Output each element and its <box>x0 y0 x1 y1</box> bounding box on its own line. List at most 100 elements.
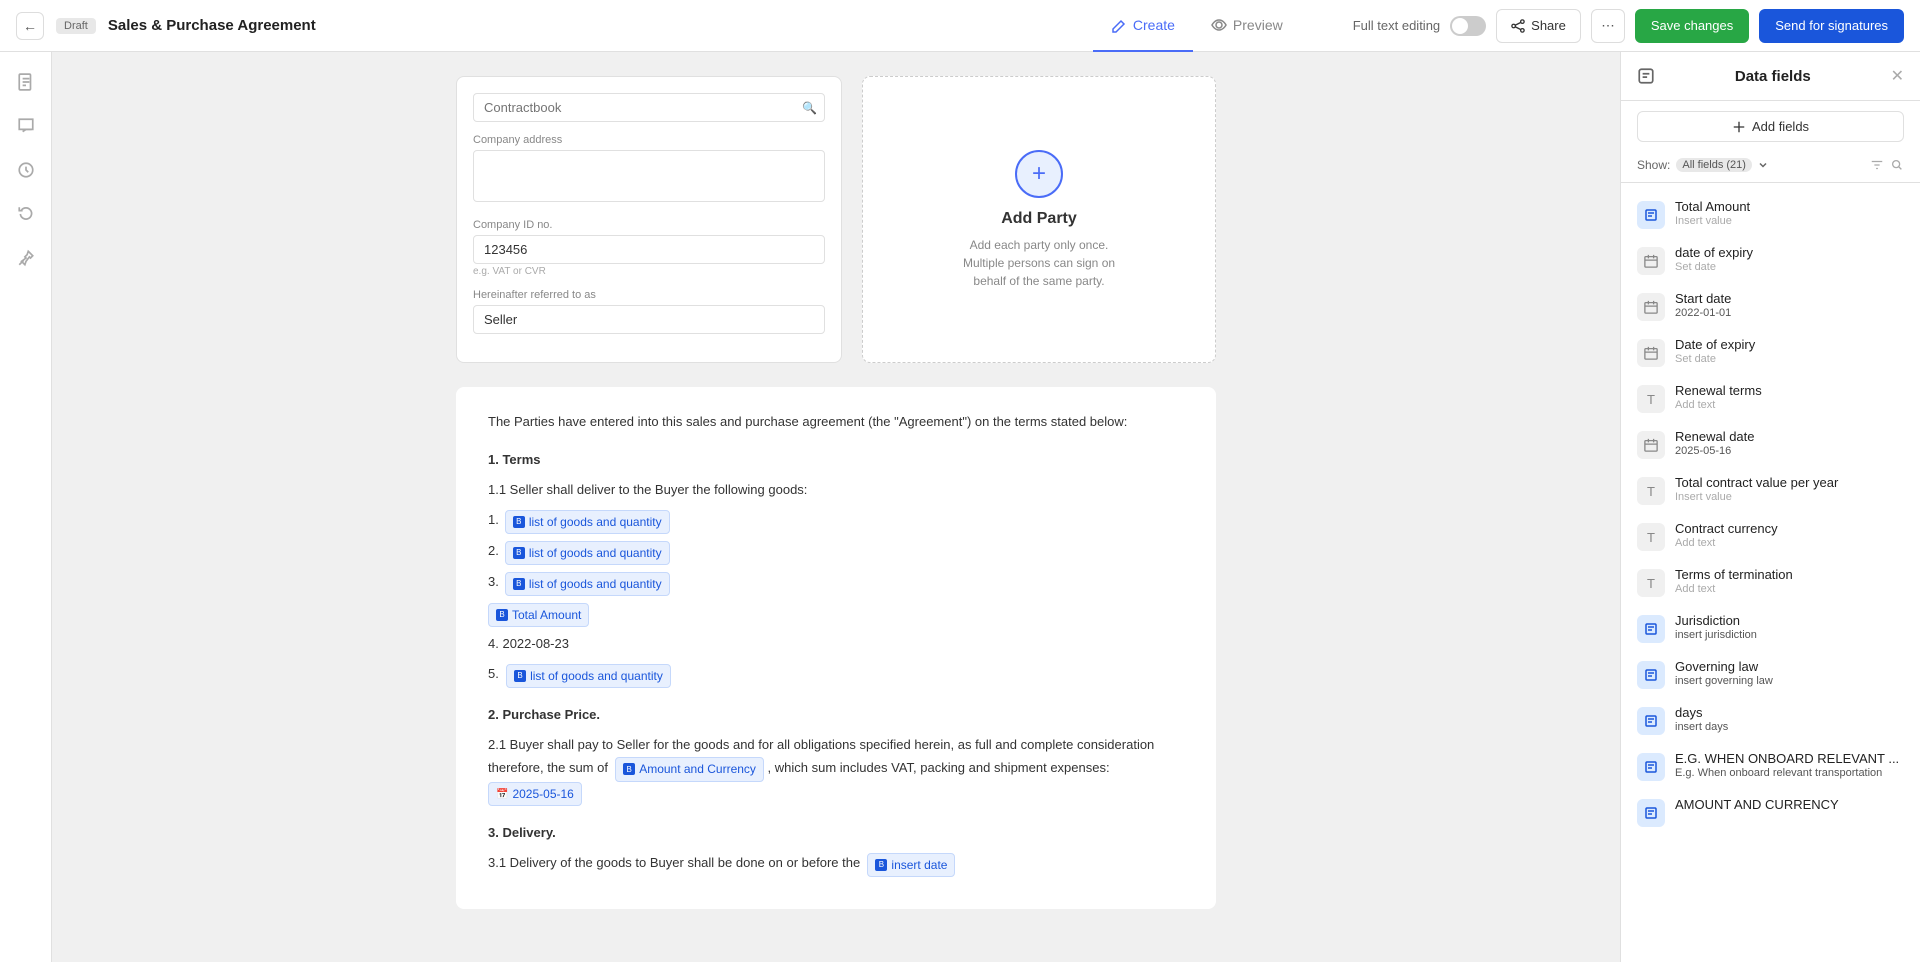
date-chip-1[interactable]: 📅 2025-05-16 <box>488 782 582 806</box>
add-fields-icon <box>1732 120 1746 134</box>
field-item-total-contract-value[interactable]: T Total contract value per yearInsert val… <box>1621 467 1920 513</box>
field-icon-amount-currency <box>1637 799 1665 827</box>
tab-preview[interactable]: Preview <box>1193 0 1301 52</box>
section3-title: 3. Delivery. <box>488 822 1184 844</box>
field-item-amount-currency[interactable]: AMOUNT AND CURRENCY <box>1621 789 1920 835</box>
chip-icon-5: B <box>514 670 526 682</box>
field-item-start-date[interactable]: Start date2022-01-01 <box>1621 283 1920 329</box>
insert-date-chip[interactable]: B insert date <box>867 853 955 877</box>
sidebar-icon-clock[interactable] <box>8 152 44 188</box>
amount-currency-chip[interactable]: B Amount and Currency <box>615 757 764 781</box>
field-icon-governing-law <box>1637 661 1665 689</box>
panel-title: Data fields <box>1735 68 1811 85</box>
field-item-renewal-terms[interactable]: T Renewal termsAdd text <box>1621 375 1920 421</box>
send-for-signatures-button[interactable]: Send for signatures <box>1759 9 1904 43</box>
field-icon-renewal-date <box>1637 431 1665 459</box>
doc-intro: The Parties have entered into this sales… <box>488 411 1184 433</box>
field-name-total-amount: Total Amount <box>1675 199 1904 214</box>
field-item-governing-law[interactable]: Governing lawinsert governing law <box>1621 651 1920 697</box>
goods-chip-1[interactable]: B list of goods and quantity <box>505 510 670 534</box>
company-id-input[interactable] <box>473 235 825 264</box>
goods-chip-2[interactable]: B list of goods and quantity <box>505 541 670 565</box>
field-info-total-amount: Total AmountInsert value <box>1675 199 1904 227</box>
calendar-icon-1: 📅 <box>496 786 508 803</box>
total-amount-line: B Total Amount <box>488 602 1184 627</box>
section3-1: 3.1 Delivery of the goods to Buyer shall… <box>488 852 1184 877</box>
field-item-date-of-expiry-1[interactable]: date of expirySet date <box>1621 237 1920 283</box>
search-fields-icon[interactable] <box>1890 158 1904 172</box>
field-value-jurisdiction: insert jurisdiction <box>1675 629 1904 641</box>
field-value-total-contract-value: Insert value <box>1675 491 1904 503</box>
company-name-input[interactable] <box>473 93 825 122</box>
field-icon-jurisdiction <box>1637 615 1665 643</box>
fields-filter-badge[interactable]: All fields (21) <box>1676 158 1752 172</box>
field-name-jurisdiction: Jurisdiction <box>1675 613 1904 628</box>
fields-list: Total AmountInsert valuedate of expirySe… <box>1621 183 1920 962</box>
field-icon-date-of-expiry-1 <box>1637 247 1665 275</box>
field-name-renewal-date: Renewal date <box>1675 429 1904 444</box>
field-icon-total-contract-value: T <box>1637 477 1665 505</box>
total-amount-chip-icon: B <box>496 609 508 621</box>
left-sidebar <box>0 52 52 962</box>
tab-bar: Create Preview <box>1093 0 1301 52</box>
field-item-total-amount[interactable]: Total AmountInsert value <box>1621 191 1920 237</box>
field-icon-renewal-terms: T <box>1637 385 1665 413</box>
field-item-contract-currency[interactable]: TContract currencyAdd text <box>1621 513 1920 559</box>
back-button[interactable]: ← <box>16 12 44 40</box>
field-name-renewal-terms: Renewal terms <box>1675 383 1904 398</box>
company-name-field: 🔍 <box>473 93 825 122</box>
section2-title: 2. Purchase Price. <box>488 704 1184 726</box>
field-info-days: daysinsert days <box>1675 705 1904 733</box>
field-value-governing-law: insert governing law <box>1675 675 1904 687</box>
party-form: 🔍 Company address Company ID no. e.g. VA… <box>456 76 842 363</box>
field-info-jurisdiction: Jurisdictioninsert jurisdiction <box>1675 613 1904 641</box>
field-item-terms-of-termination[interactable]: TTerms of terminationAdd text <box>1621 559 1920 605</box>
share-button[interactable]: Share <box>1496 9 1581 43</box>
company-address-input[interactable] <box>473 150 825 202</box>
document-body: The Parties have entered into this sales… <box>456 387 1216 909</box>
field-name-eg-onboard: E.G. WHEN ONBOARD RELEVANT ... <box>1675 751 1904 766</box>
field-name-total-contract-value: Total contract value per year <box>1675 475 1904 490</box>
add-party-icon: + <box>1015 150 1063 198</box>
full-text-toggle[interactable] <box>1450 16 1486 36</box>
sidebar-icon-pin[interactable] <box>8 240 44 276</box>
sidebar-icon-document[interactable] <box>8 64 44 100</box>
field-value-renewal-terms: Add text <box>1675 399 1904 411</box>
field-icon-days <box>1637 707 1665 735</box>
field-name-date-of-expiry-2: Date of expiry <box>1675 337 1904 352</box>
field-item-days[interactable]: daysinsert days <box>1621 697 1920 743</box>
tab-create[interactable]: Create <box>1093 0 1193 52</box>
document-content: 🔍 Company address Company ID no. e.g. VA… <box>456 76 1216 909</box>
field-info-start-date: Start date2022-01-01 <box>1675 291 1904 319</box>
filter-icon[interactable] <box>1870 158 1884 172</box>
sidebar-icon-chat[interactable] <box>8 108 44 144</box>
field-item-renewal-date[interactable]: Renewal date2025-05-16 <box>1621 421 1920 467</box>
field-name-governing-law: Governing law <box>1675 659 1904 674</box>
goods-chip-5[interactable]: B list of goods and quantity <box>506 664 671 688</box>
full-text-label: Full text editing <box>1353 18 1440 33</box>
field-item-eg-onboard[interactable]: E.G. WHEN ONBOARD RELEVANT ...E.g. When … <box>1621 743 1920 789</box>
topbar-actions: Full text editing Share ⋯ Save changes S… <box>1353 9 1904 43</box>
add-fields-button[interactable]: Add fields <box>1637 111 1904 142</box>
item5-line: 5. B list of goods and quantity <box>488 663 1184 688</box>
field-info-terms-of-termination: Terms of terminationAdd text <box>1675 567 1904 595</box>
field-value-start-date: 2022-01-01 <box>1675 307 1904 319</box>
party-section: 🔍 Company address Company ID no. e.g. VA… <box>456 76 1216 363</box>
panel-header-icon <box>1637 67 1655 85</box>
add-party-desc: Add each party only once. Multiple perso… <box>963 236 1115 290</box>
add-party-button[interactable]: + Add Party Add each party only once. Mu… <box>862 76 1216 363</box>
total-amount-chip[interactable]: B Total Amount <box>488 603 589 627</box>
field-item-jurisdiction[interactable]: Jurisdictioninsert jurisdiction <box>1621 605 1920 651</box>
item4-line: 4. 2022-08-23 <box>488 633 1184 655</box>
referred-as-input[interactable] <box>473 305 825 334</box>
sidebar-icon-history[interactable] <box>8 196 44 232</box>
field-item-date-of-expiry-2[interactable]: Date of expirySet date <box>1621 329 1920 375</box>
panel-close-button[interactable]: ✕ <box>1891 66 1904 86</box>
more-options-button[interactable]: ⋯ <box>1591 9 1625 43</box>
chip-icon-2: B <box>513 547 525 559</box>
goods-chip-3[interactable]: B list of goods and quantity <box>505 572 670 596</box>
list-item: 2. B list of goods and quantity <box>488 540 1184 565</box>
field-value-date-of-expiry-2: Set date <box>1675 353 1904 365</box>
save-changes-button[interactable]: Save changes <box>1635 9 1749 43</box>
amount-chip-icon: B <box>623 763 635 775</box>
